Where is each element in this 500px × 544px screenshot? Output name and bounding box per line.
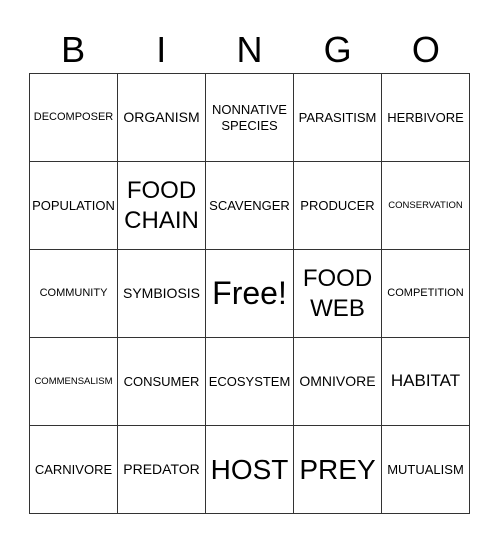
bingo-cell[interactable]: NONNATIVE SPECIES [206,74,294,162]
bingo-cell[interactable]: DECOMPOSER [30,74,118,162]
bingo-cell[interactable]: OMNIVORE [294,338,382,426]
bingo-cell[interactable]: CONSUMER [118,338,206,426]
bingo-cell[interactable]: PARASITISM [294,74,382,162]
free-space-cell[interactable]: Free! [206,250,294,338]
bingo-cell[interactable]: COMMENSALISM [30,338,118,426]
header-letter-i: I [156,29,167,70]
bingo-cell[interactable]: SYMBIOSIS [118,250,206,338]
bingo-cell[interactable]: HOST [206,426,294,514]
bingo-cell[interactable]: COMPETITION [382,250,470,338]
bingo-header: B I N G O [29,28,471,72]
bingo-cell[interactable]: HERBIVORE [382,74,470,162]
bingo-cell[interactable]: FOOD WEB [294,250,382,338]
bingo-cell[interactable]: PREY [294,426,382,514]
bingo-cell[interactable]: PRODUCER [294,162,382,250]
bingo-cell[interactable]: HABITAT [382,338,470,426]
header-letter-g: G [323,29,352,70]
bingo-cell[interactable]: ECOSYSTEM [206,338,294,426]
bingo-cell[interactable]: SCAVENGER [206,162,294,250]
header-letter-n: N [236,29,263,70]
bingo-cell[interactable]: POPULATION [30,162,118,250]
bingo-cell[interactable]: FOOD CHAIN [118,162,206,250]
bingo-cell[interactable]: CONSERVATION [382,162,470,250]
bingo-cell[interactable]: MUTUALISM [382,426,470,514]
bingo-card-grid: DECOMPOSER ORGANISM NONNATIVE SPECIES PA… [29,73,470,514]
bingo-cell[interactable]: COMMUNITY [30,250,118,338]
bingo-cell[interactable]: ORGANISM [118,74,206,162]
header-letter-b: B [61,29,86,70]
bingo-cell[interactable]: PREDATOR [118,426,206,514]
bingo-cell[interactable]: CARNIVORE [30,426,118,514]
header-letter-o: O [411,29,440,70]
